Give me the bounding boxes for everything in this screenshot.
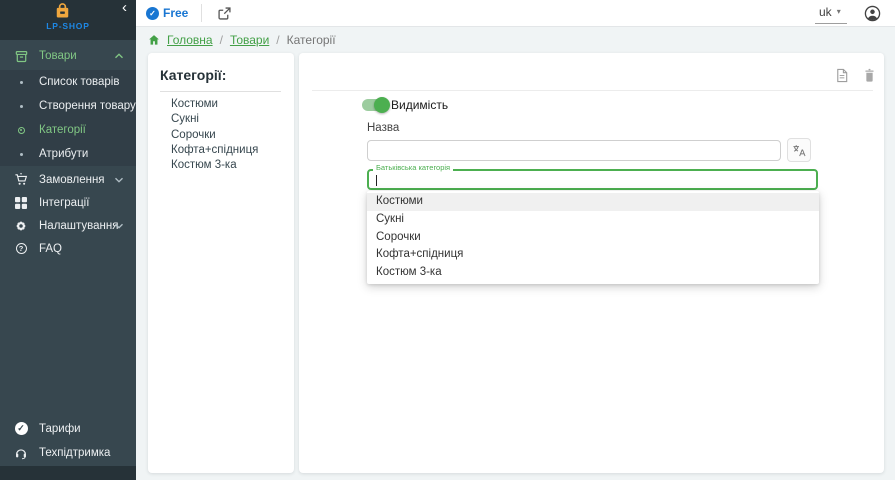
- plan-label: Free: [163, 6, 188, 20]
- breadcrumb-separator: /: [220, 33, 223, 47]
- sidebar: LP-SHOP ‹ Товари Список товарів Створенн…: [0, 0, 136, 480]
- categories-panel-title: Категорії:: [160, 67, 282, 83]
- divider: [312, 90, 873, 91]
- category-list-item[interactable]: Кофта+спідниця: [148, 143, 294, 158]
- app-window: LP-SHOP ‹ Товари Список товарів Створенн…: [0, 0, 895, 480]
- category-list-item[interactable]: Костюми: [148, 97, 294, 112]
- sidebar-item-faq[interactable]: ? FAQ: [0, 237, 136, 260]
- parent-category-dropdown: Костюми Сукні Сорочки Кофта+спідниця Кос…: [367, 191, 819, 284]
- sidebar-header: LP-SHOP ‹: [0, 0, 136, 40]
- breadcrumb-link-products[interactable]: Товари: [230, 33, 269, 47]
- home-icon[interactable]: [148, 34, 160, 46]
- trash-icon[interactable]: [860, 66, 878, 84]
- save-document-icon[interactable]: [833, 66, 851, 84]
- toggle-thumb: [374, 97, 390, 113]
- sidebar-item-categories[interactable]: Категорії: [0, 118, 136, 142]
- name-input[interactable]: [367, 140, 781, 161]
- shopping-cart-icon: [13, 172, 29, 187]
- breadcrumb-link-home[interactable]: Головна: [167, 33, 213, 47]
- sidebar-item-support[interactable]: Техпідтримка: [0, 441, 136, 464]
- headset-icon: [13, 446, 29, 460]
- translate-button[interactable]: [787, 138, 811, 162]
- sidebar-item-label: Товари: [39, 50, 77, 62]
- editor-actions: [833, 66, 878, 84]
- sidebar-item-product-create[interactable]: Створення товару: [0, 94, 136, 118]
- divider: [201, 4, 202, 22]
- category-editor-panel: Видимість Назва Батьківська категорія Ко…: [299, 53, 884, 473]
- visibility-toggle[interactable]: [362, 99, 388, 111]
- category-list-item[interactable]: Сукні: [148, 112, 294, 127]
- active-bullet-icon: [13, 127, 29, 134]
- breadcrumb-current: Категорії: [287, 33, 336, 47]
- sidebar-item-product-list[interactable]: Список товарів: [0, 70, 136, 94]
- verified-icon: ✓: [146, 7, 159, 20]
- sidebar-item-products[interactable]: Товари: [0, 42, 136, 70]
- breadcrumb: Головна / Товари / Категорії: [148, 27, 336, 53]
- sidebar-collapse-button[interactable]: ‹: [122, 0, 127, 15]
- text-cursor: [376, 175, 377, 186]
- categories-list: Костюми Сукні Сорочки Кофта+спідниця Кос…: [148, 97, 294, 173]
- dropdown-option[interactable]: Костюми: [367, 193, 819, 211]
- bullet-icon: [13, 105, 29, 108]
- category-list-item[interactable]: Костюм 3-ка: [148, 158, 294, 173]
- check-badge-icon: ✓: [13, 422, 29, 435]
- sidebar-item-orders[interactable]: Замовлення: [0, 168, 136, 191]
- topbar-right: uk ▾: [815, 3, 881, 24]
- sidebar-item-tariffs[interactable]: ✓ Тарифи: [0, 417, 136, 440]
- plan-badge[interactable]: ✓ Free: [146, 6, 188, 20]
- categories-panel: Категорії: Костюми Сукні Сорочки Кофта+с…: [148, 53, 294, 473]
- divider: [160, 91, 281, 92]
- dropdown-option[interactable]: Сорочки: [367, 229, 819, 247]
- archive-icon: [13, 49, 29, 64]
- category-list-item[interactable]: Сорочки: [148, 128, 294, 143]
- name-field-label: Назва: [367, 122, 399, 134]
- parent-category-label: Батьківська категорія: [373, 163, 453, 172]
- products-submenu: Список товарів Створення товару Категорі…: [0, 70, 136, 166]
- account-icon[interactable]: [863, 4, 881, 22]
- chevron-down-icon: [114, 171, 124, 189]
- brand-name: LP-SHOP: [0, 21, 136, 31]
- topbar: ✓ Free uk ▾: [136, 0, 895, 27]
- caret-down-icon: ▾: [837, 7, 841, 16]
- sidebar-item-attributes[interactable]: Атрибути: [0, 142, 136, 166]
- sidebar-item-integrations[interactable]: Інтеграції: [0, 191, 136, 214]
- dropdown-option[interactable]: Сукні: [367, 211, 819, 229]
- chevron-up-icon: [114, 47, 124, 65]
- external-link-icon[interactable]: [215, 4, 233, 22]
- bullet-icon: [13, 153, 29, 156]
- question-circle-icon: ?: [13, 243, 29, 254]
- dropdown-option[interactable]: Кофта+спідниця: [367, 246, 819, 264]
- sidebar-item-settings[interactable]: Налаштування: [0, 214, 136, 237]
- language-select[interactable]: uk ▾: [815, 3, 847, 24]
- chevron-down-icon: [114, 217, 124, 235]
- dropdown-option[interactable]: Костюм 3-ка: [367, 264, 819, 282]
- bullet-icon: [13, 81, 29, 84]
- grid-icon: [13, 196, 29, 210]
- sidebar-footer-band: [0, 466, 136, 480]
- breadcrumb-separator: /: [276, 33, 279, 47]
- visibility-label: Видимість: [391, 98, 448, 112]
- language-value: uk: [819, 5, 832, 19]
- gear-icon: [13, 219, 29, 233]
- parent-category-input[interactable]: [367, 169, 818, 190]
